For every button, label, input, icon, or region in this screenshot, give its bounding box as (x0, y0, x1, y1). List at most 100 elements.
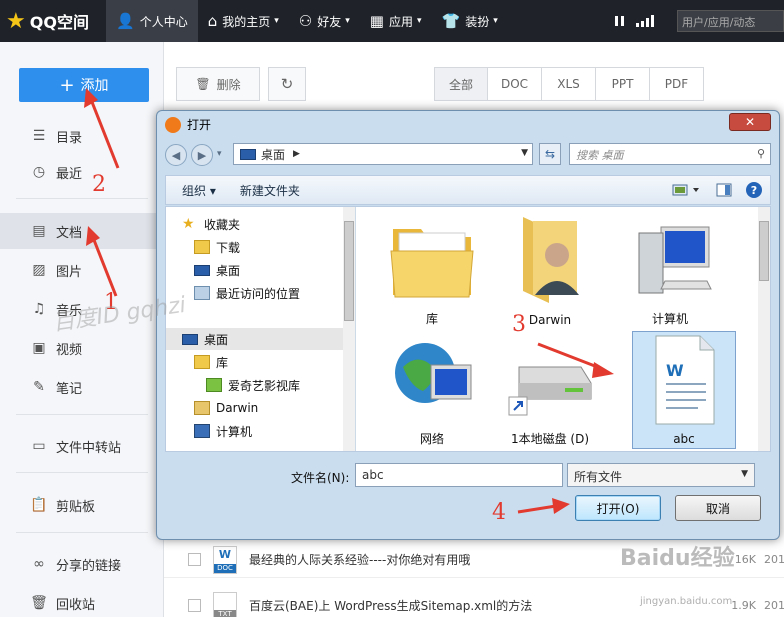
sidebar-item-notes[interactable]: ✎ 笔记 (0, 369, 164, 405)
file-type-tabs: 全部 DOC XLS PPT PDF (434, 67, 704, 101)
sidebar-divider (16, 198, 148, 199)
pause-icon[interactable] (614, 15, 626, 27)
navigation-tree: ★ 收藏夹 下载 桌面 最近访问的位置 桌面 库 爱奇艺影视库 Darwin 计… (166, 207, 356, 451)
tree-item-desktop[interactable]: 桌面 (166, 259, 344, 281)
scrollbar-thumb[interactable] (759, 221, 769, 281)
text-file-icon: TXT (213, 591, 237, 617)
nav-my-homepage[interactable]: ⌂ 我的主页 ▾ (198, 0, 289, 42)
user-icon: 👤 (116, 12, 135, 30)
new-folder-button[interactable]: 新建文件夹 (240, 182, 300, 199)
sidebar-item-clipboard[interactable]: 📋 剪贴板 (0, 487, 164, 523)
tree-item-downloads[interactable]: 下载 (166, 236, 344, 258)
file-date: 201 (764, 599, 784, 612)
help-icon[interactable]: ? (746, 182, 762, 198)
file-item-computer[interactable]: 计算机 (618, 211, 722, 329)
qzone-logo[interactable]: ★ QQ空间 (0, 9, 106, 34)
shirt-icon: 👕 (441, 12, 461, 30)
desktop-icon (240, 148, 256, 160)
sidebar-divider (16, 414, 148, 415)
nav-personal-center[interactable]: 👤 个人中心 (106, 0, 198, 42)
sidebar-item-shared-links[interactable]: ∞ 分享的链接 (0, 546, 164, 582)
sidebar-item-documents[interactable]: ▤ 文档 (0, 213, 164, 249)
image-icon: ▨ (32, 262, 46, 278)
tree-item-libraries[interactable]: 库 (166, 351, 344, 373)
nav-apps[interactable]: ▦ 应用 ▾ (360, 0, 432, 42)
music-icon: ♫ (32, 301, 46, 317)
view-options-icon[interactable] (672, 183, 702, 197)
dialog-title-bar[interactable]: 打开 (165, 116, 211, 133)
breadcrumb-arrow-icon[interactable]: ▶ (293, 149, 300, 159)
file-item-network[interactable]: 网络 (380, 331, 484, 449)
watermark-url: jingyan.baidu.com (640, 596, 733, 607)
user-folder-icon (523, 217, 579, 303)
home-icon: ⌂ (207, 12, 218, 30)
filename-label: 文件名(N): (291, 471, 350, 485)
plus-icon: + (59, 74, 75, 96)
tree-scrollbar[interactable] (343, 207, 355, 451)
scrollbar-thumb[interactable] (344, 221, 354, 321)
refresh-button[interactable]: ↻ (268, 67, 306, 101)
file-item-abc[interactable]: W abc (632, 331, 736, 449)
file-date: 201 (764, 553, 784, 566)
delete-button[interactable]: 🗑 删除 (176, 67, 260, 101)
files-scrollbar[interactable] (758, 207, 770, 451)
tree-item-iqiyi[interactable]: 爱奇艺影视库 (166, 374, 344, 396)
refresh-button[interactable]: ⇆ (539, 143, 561, 165)
disk-icon (508, 366, 592, 416)
chevron-down-icon: ▼ (741, 469, 748, 479)
tab-ppt[interactable]: PPT (596, 67, 650, 101)
sidebar-item-video[interactable]: ▣ 视频 (0, 330, 164, 366)
open-button[interactable]: 打开(O) (575, 495, 661, 521)
preview-pane-icon[interactable] (716, 183, 732, 197)
file-item-libraries[interactable]: 库 (380, 211, 484, 329)
tab-xls[interactable]: XLS (542, 67, 596, 101)
tab-pdf[interactable]: PDF (650, 67, 704, 101)
cancel-button[interactable]: 取消 (675, 495, 761, 521)
tree-item-computer[interactable]: 计算机 (166, 420, 344, 442)
filename-input[interactable]: abc (355, 463, 563, 487)
filetype-select[interactable]: 所有文件 ▼ (567, 463, 755, 487)
apps-icon: ▦ (369, 12, 384, 30)
organize-button[interactable]: 组织 ▾ (182, 182, 216, 199)
tree-item-darwin[interactable]: Darwin (166, 397, 344, 419)
row-checkbox[interactable] (188, 553, 201, 566)
annotation-step-3: 3 (512, 312, 526, 337)
computer-icon (194, 424, 210, 438)
download-folder-icon (194, 240, 210, 254)
tree-item-favorites[interactable]: ★ 收藏夹 (166, 213, 344, 235)
chevron-down-icon[interactable]: ▼ (521, 148, 528, 158)
video-icon: ▣ (32, 340, 46, 356)
history-dropdown-icon[interactable]: ▾ (217, 149, 222, 159)
sidebar-item-recycle-bin[interactable]: 🗑 回收站 (0, 585, 164, 617)
iqiyi-icon (206, 378, 222, 392)
recent-places-icon (194, 286, 210, 300)
signal-icon[interactable] (636, 15, 654, 27)
nav-friends[interactable]: ⚇ 好友 ▾ (289, 0, 360, 42)
arrow-left-icon: ◀ (171, 148, 181, 162)
sidebar-item-transfer[interactable]: ▭ 文件中转站 (0, 428, 164, 464)
sidebar-item-images[interactable]: ▨ 图片 (0, 252, 164, 288)
tab-doc[interactable]: DOC (488, 67, 542, 101)
add-button[interactable]: + 添加 (19, 68, 149, 102)
address-bar[interactable]: 桌面 ▶ ▼ (233, 143, 533, 165)
nav-dress-up[interactable]: 👕 装扮 ▾ (432, 0, 508, 42)
back-button[interactable]: ◀ (165, 144, 187, 166)
desktop-icon (182, 333, 198, 345)
forward-button[interactable]: ▶ (191, 144, 213, 166)
top-search-input[interactable]: 用户/应用/动态 (677, 10, 784, 32)
sidebar-item-recent[interactable]: ◷ 最近 (0, 154, 164, 190)
close-button[interactable]: ✕ (729, 113, 771, 131)
tab-all[interactable]: 全部 (434, 67, 488, 101)
tree-item-desktop-root[interactable]: 桌面 (166, 328, 344, 350)
tree-item-recent-places[interactable]: 最近访问的位置 (166, 282, 344, 304)
search-input[interactable]: 搜索 桌面 ⚲ (569, 143, 771, 165)
trash-icon: 🗑 (195, 77, 211, 91)
logo-text: QQ空间 (29, 13, 89, 32)
row-checkbox[interactable] (188, 599, 201, 612)
desktop-icon (194, 264, 210, 276)
sidebar-divider (16, 532, 148, 533)
chevron-down-icon: ▾ (493, 16, 498, 26)
sidebar-item-catalog[interactable]: ☰ 目录 (0, 118, 164, 154)
file-item-local-disk-d[interactable]: 1本地磁盘 (D) (498, 331, 602, 449)
annotation-step-4: 4 (492, 500, 506, 525)
